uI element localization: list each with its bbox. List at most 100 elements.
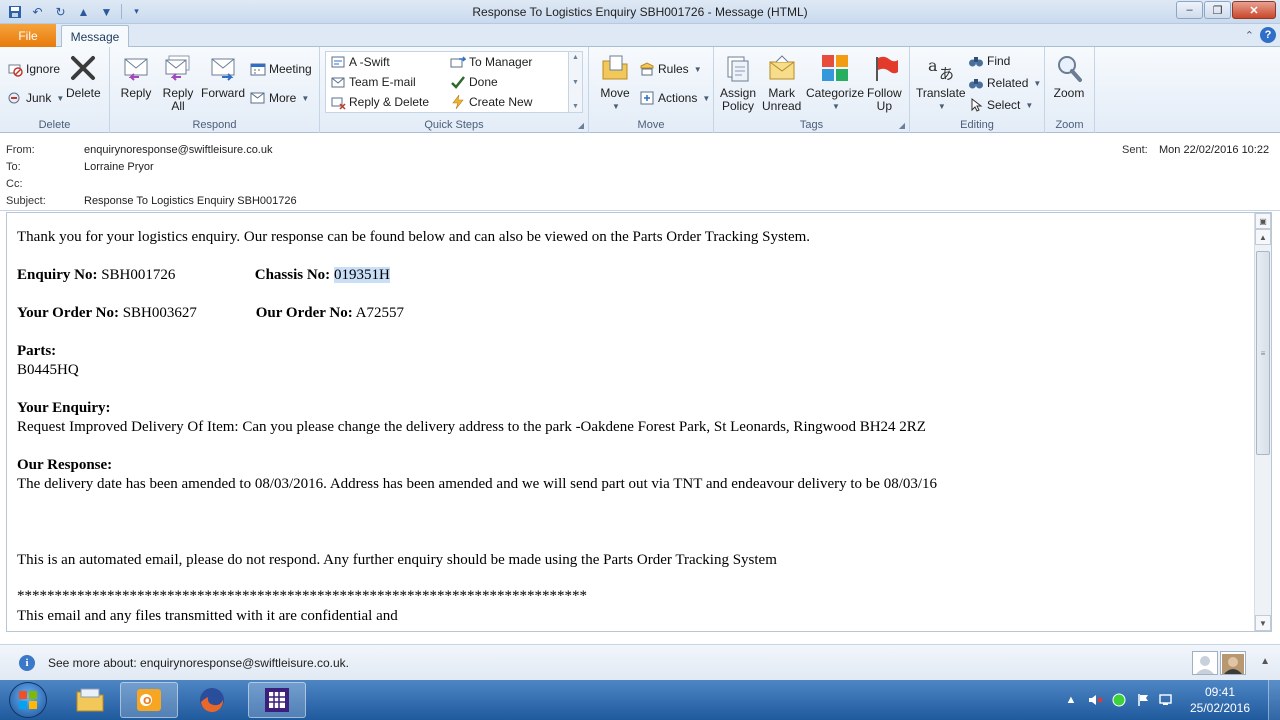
start-button[interactable]	[9, 682, 47, 718]
quick-steps-scrollbar[interactable]: ▲ ▼ ▼	[568, 52, 582, 112]
scroll-thumb[interactable]: ≡	[1256, 251, 1270, 455]
quick-access-toolbar: ↶ ↻ ▲ ▼ ▾	[6, 3, 145, 20]
delete-group: Ignore Junk ▼ Delete Delete	[0, 47, 110, 133]
a-swift-icon	[330, 54, 346, 70]
scroll-up-icon[interactable]: ▲	[1255, 229, 1271, 245]
mark-unread-label-2: Unread	[762, 99, 802, 113]
move-group: Move ▼ Rules ▼ Actions ▼ Move	[589, 47, 714, 133]
quick-step-create-new[interactable]: Create New	[450, 93, 532, 111]
delete-label: Delete	[66, 86, 101, 100]
done-check-icon	[450, 74, 466, 90]
enquiry-no-label: Enquiry No:	[17, 267, 98, 283]
enquiry-line: Enquiry No: SBH001726 Chassis No: 019351…	[17, 266, 1247, 285]
up-arrow-icon[interactable]: ▲	[75, 3, 92, 20]
quick-step-reply-delete[interactable]: Reply & Delete	[330, 93, 429, 111]
reply-all-button[interactable]: Reply All	[162, 52, 194, 113]
redo-icon[interactable]: ↻	[52, 3, 69, 20]
ribbon-tabs: File Message ⌃ ?	[0, 24, 1280, 48]
see-more-link[interactable]: See more about: enquirynoresponse@swiftl…	[48, 656, 349, 670]
select-button[interactable]: Select ▼	[968, 96, 1033, 114]
assign-policy-button[interactable]: Assign Policy	[720, 52, 756, 113]
related-button[interactable]: Related ▼	[968, 74, 1041, 92]
undo-icon[interactable]: ↶	[29, 3, 46, 20]
expand-gallery-icon[interactable]: ▼	[572, 103, 579, 110]
follow-up-button[interactable]: Follow Up	[867, 52, 902, 113]
rules-dropdown-icon: ▼	[693, 64, 702, 74]
contact-photo-icon[interactable]	[1220, 651, 1246, 675]
quick-step-done[interactable]: Done	[450, 73, 498, 91]
junk-button[interactable]: Junk ▼	[7, 89, 64, 107]
qat-separator	[121, 4, 122, 19]
collapse-ribbon-icon[interactable]: ⌃	[1245, 29, 1254, 42]
body-scrollbar[interactable]: ▣ ▲ ≡ ▼	[1254, 213, 1271, 631]
ignore-label: Ignore	[26, 62, 61, 76]
volume-muted-icon[interactable]	[1086, 691, 1104, 709]
from-value[interactable]: enquirynoresponse@swiftleisure.co.uk	[84, 144, 272, 156]
forward-button[interactable]: Forward	[201, 52, 245, 100]
rules-button[interactable]: Rules ▼	[639, 60, 702, 78]
quick-steps-gallery: A -Swift To Manager Team E-mail Done Rep…	[325, 51, 583, 113]
mark-unread-button[interactable]: Mark Unread	[762, 52, 801, 113]
show-hidden-icons-icon[interactable]: ▲	[1062, 691, 1080, 709]
to-value[interactable]: Lorraine Pryor	[84, 161, 154, 173]
taskbar-outlook[interactable]: O	[120, 682, 178, 718]
customize-qat-icon[interactable]: ▾	[128, 3, 145, 20]
zoom-button[interactable]: Zoom	[1053, 52, 1085, 100]
action-center-flag-icon[interactable]	[1134, 691, 1152, 709]
meeting-button[interactable]: Meeting	[250, 60, 312, 78]
scroll-down-icon[interactable]: ▼	[1255, 615, 1271, 631]
message-body-content: Thank you for your logistics enquiry. Ou…	[17, 228, 1247, 627]
quick-step-team-email[interactable]: Team E-mail	[330, 73, 416, 91]
ignore-button[interactable]: Ignore	[7, 60, 60, 78]
categorize-button[interactable]: Categorize ▼	[806, 52, 864, 113]
restore-button[interactable]: ❐	[1204, 1, 1231, 19]
taskbar-explorer[interactable]	[61, 682, 119, 718]
svg-text:あ: あ	[939, 65, 954, 83]
chevron-up-icon[interactable]: ▲	[572, 54, 579, 61]
move-label: Move	[600, 86, 630, 100]
your-order-label: Your Order No:	[17, 305, 119, 321]
message-body[interactable]: Thank you for your logistics enquiry. Ou…	[6, 212, 1272, 632]
show-desktop-button[interactable]	[1268, 680, 1280, 720]
actions-button[interactable]: Actions ▼	[639, 89, 710, 107]
dialog-launcher-icon[interactable]: ◢	[578, 121, 584, 130]
our-response-value: The delivery date has been amended to 08…	[17, 476, 938, 492]
system-clock[interactable]: 09:41 25/02/2016	[1182, 684, 1258, 716]
folder-icon	[76, 688, 104, 712]
tab-message[interactable]: Message	[61, 25, 129, 48]
chassis-no-value[interactable]: 019351H	[333, 267, 390, 283]
save-icon[interactable]	[6, 3, 23, 20]
more-respond-button[interactable]: More ▼	[250, 89, 309, 107]
quick-step-a-swift[interactable]: A -Swift	[330, 53, 390, 71]
close-button[interactable]: ✕	[1232, 1, 1276, 19]
chevron-down-icon[interactable]: ▼	[572, 79, 579, 86]
your-order-value: SBH003627	[122, 305, 197, 321]
find-button[interactable]: Find	[968, 52, 1010, 70]
scroll-lock-icon[interactable]: ▣	[1255, 213, 1271, 229]
related-icon	[968, 75, 984, 91]
tags-dialog-launcher-icon[interactable]: ◢	[899, 121, 905, 130]
asterisk-divider: ****************************************…	[17, 588, 587, 604]
message-header: From: enquirynoresponse@swiftleisure.co.…	[0, 134, 1280, 211]
taskbar-firefox[interactable]	[183, 682, 241, 718]
order-line: Your Order No: SBH003627 Our Order No: A…	[17, 304, 1247, 323]
reply-button[interactable]: Reply	[120, 52, 152, 100]
people-pane-expand-icon[interactable]: ▲	[1260, 656, 1270, 667]
assign-policy-label-2: Policy	[722, 99, 755, 113]
subject-label: Subject:	[6, 195, 46, 207]
taskbar-app-grid[interactable]	[248, 682, 306, 718]
create-new-label: Create New	[469, 95, 533, 109]
network-icon[interactable]	[1158, 691, 1176, 709]
down-arrow-icon[interactable]: ▼	[98, 3, 115, 20]
status-green-icon[interactable]	[1110, 691, 1128, 709]
select-dropdown-icon: ▼	[1025, 100, 1034, 110]
move-button[interactable]: Move ▼	[599, 52, 631, 113]
delete-button[interactable]: Delete	[66, 52, 101, 100]
quick-step-to-manager[interactable]: To Manager	[450, 53, 532, 71]
delete-group-label: Delete	[38, 119, 71, 131]
tab-file[interactable]: File	[0, 24, 56, 47]
contact-avatar-placeholder[interactable]	[1192, 651, 1218, 675]
help-icon[interactable]: ?	[1260, 27, 1276, 43]
minimize-button[interactable]: –	[1176, 1, 1203, 19]
translate-button[interactable]: aあ Translate ▼	[916, 52, 966, 113]
